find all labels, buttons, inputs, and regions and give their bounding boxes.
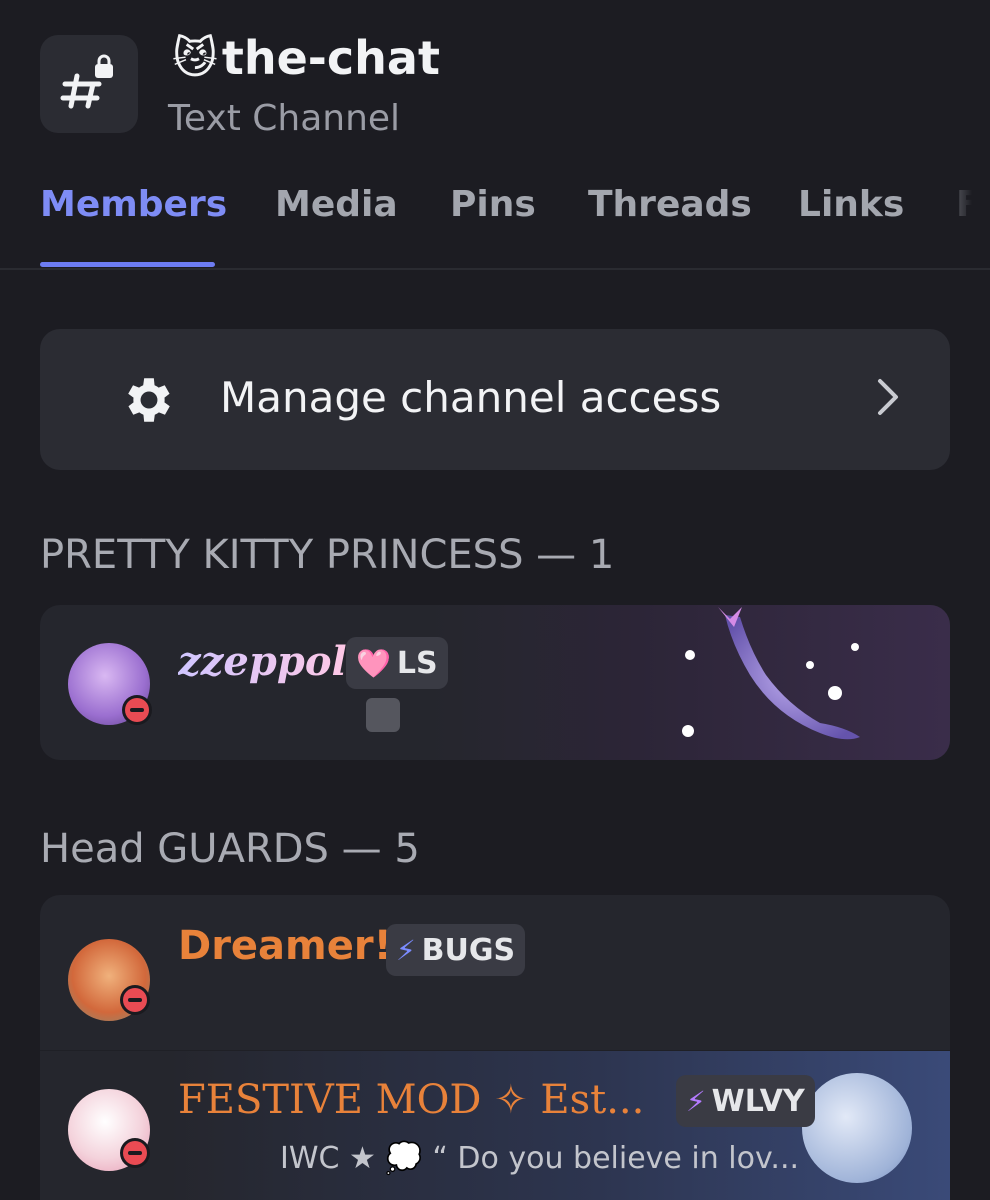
server-tag-label: BUGS xyxy=(421,932,516,968)
channel-name: the-chat xyxy=(221,31,440,85)
heart-icon: 🩷 xyxy=(356,646,391,680)
locked-hashtag-icon xyxy=(60,54,113,109)
member-name: Dreamer! xyxy=(178,923,392,969)
server-tag: ⚡ BUGS xyxy=(386,924,526,976)
tab-threads[interactable]: Threads xyxy=(588,184,752,225)
role-section-header: Head GUARDS — 5 xyxy=(40,826,420,872)
custom-status: IWC ★ 💭 “ Do you believe in lov... xyxy=(280,1141,800,1176)
divider xyxy=(0,268,990,270)
tab-members[interactable]: Members xyxy=(40,184,227,225)
member-name: FESTIVE MOD ✧ Est... xyxy=(178,1077,645,1123)
member-name: zzeppol xyxy=(178,638,347,685)
lightning-icon: ⚡ xyxy=(396,933,416,967)
manage-channel-access-button[interactable]: Manage channel access xyxy=(40,329,950,470)
whale-banner-image xyxy=(682,607,860,740)
channel-icon xyxy=(40,35,138,133)
tab-links[interactable]: Links xyxy=(798,184,904,225)
dnd-status-icon xyxy=(120,985,150,1015)
tab-media[interactable]: Media xyxy=(275,184,398,225)
dnd-status-icon xyxy=(120,1138,150,1168)
server-tag: 🩷 LS xyxy=(346,637,448,689)
dnd-status-icon xyxy=(122,695,152,725)
profile-badge-icon xyxy=(366,698,400,732)
tab-fade xyxy=(930,180,990,250)
moon-banner-image xyxy=(802,1073,912,1183)
server-tag: ⚡ WLVY xyxy=(676,1075,815,1127)
manage-channel-access-label: Manage channel access xyxy=(220,373,722,422)
server-tag-label: LS xyxy=(396,645,438,681)
member-row-dreamer[interactable]: Dreamer! ⚡ BUGS xyxy=(40,895,950,1050)
channel-title: 😼 the-chat xyxy=(172,30,440,86)
active-tab-indicator xyxy=(40,262,215,267)
member-row-zzeppol[interactable]: zzeppol 🩷 LS xyxy=(40,605,950,760)
member-row-festive-mod[interactable]: FESTIVE MOD ✧ Est... ⚡ WLVY IWC ★ 💭 “ Do… xyxy=(40,1050,950,1200)
tab-bar: Members Media Pins Threads Links Fi xyxy=(0,180,990,268)
role-section-header: PRETTY KITTY PRINCESS — 1 xyxy=(40,532,615,578)
member-list-group: Dreamer! ⚡ BUGS FESTIVE MOD ✧ Est... ⚡ W… xyxy=(40,895,950,1200)
cat-emoji-icon: 😼 xyxy=(172,32,218,84)
tab-pins[interactable]: Pins xyxy=(450,184,536,225)
server-tag-label: WLVY xyxy=(711,1083,805,1119)
chevron-right-icon xyxy=(878,379,898,415)
lightning-icon: ⚡ xyxy=(686,1084,706,1118)
channel-type: Text Channel xyxy=(168,98,401,139)
gear-icon xyxy=(128,378,170,422)
